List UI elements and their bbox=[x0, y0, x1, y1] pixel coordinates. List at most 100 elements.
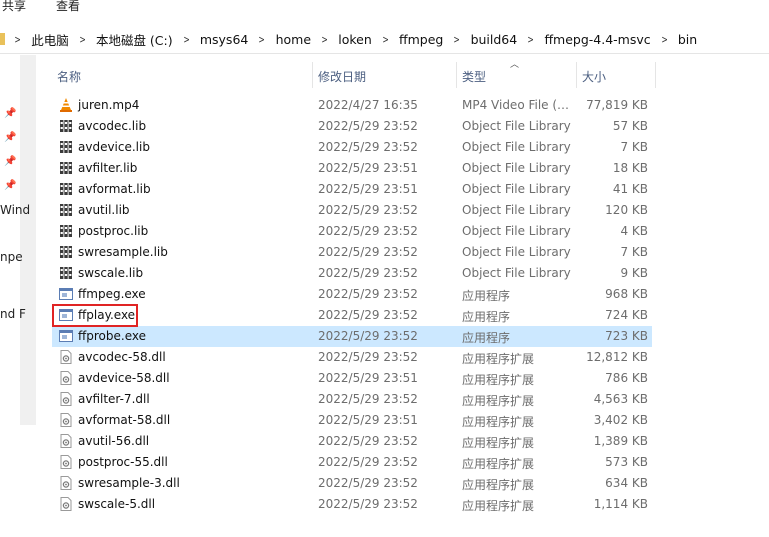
breadcrumb-ffmpeg[interactable]: ffmpeg bbox=[395, 32, 447, 47]
file-size: 9 KB bbox=[620, 266, 648, 280]
file-row[interactable]: ffplay.exe 2022/5/29 23:52 应用程序 724 KB bbox=[52, 305, 652, 326]
navigation-pane-scrollbar[interactable] bbox=[20, 55, 36, 425]
file-row[interactable]: postproc.lib 2022/5/29 23:52 Object File L… bbox=[52, 221, 652, 242]
file-name: avdevice-58.dll bbox=[78, 371, 170, 385]
breadcrumb-loken[interactable]: loken bbox=[334, 32, 376, 47]
file-name: ffmpeg.exe bbox=[78, 287, 146, 301]
breadcrumb-this-pc[interactable]: 此电脑 bbox=[27, 30, 73, 49]
file-date-modified: 2022/5/29 23:51 bbox=[318, 371, 418, 385]
file-type: Object File Library bbox=[462, 245, 571, 259]
dll-gear-icon bbox=[59, 392, 73, 406]
file-size: 3,402 KB bbox=[593, 413, 648, 427]
file-name: juren.mp4 bbox=[78, 98, 140, 112]
file-type: 应用程序扩展 bbox=[462, 478, 535, 492]
nav-item-partial[interactable]: Wind bbox=[0, 203, 30, 217]
file-row[interactable]: avformat-58.dll 2022/5/29 23:51 应用程序扩展 3,40… bbox=[52, 410, 652, 431]
column-header-name[interactable]: 名称 bbox=[57, 68, 81, 85]
file-name: avcodec-58.dll bbox=[78, 350, 166, 364]
file-date-modified: 2022/5/29 23:52 bbox=[318, 266, 418, 280]
chevron-right-icon[interactable]: > bbox=[11, 33, 24, 46]
file-row[interactable]: swscale.lib 2022/5/29 23:52 Object File Li… bbox=[52, 263, 652, 284]
chevron-right-icon[interactable]: > bbox=[450, 33, 463, 46]
file-row[interactable]: avutil.lib 2022/5/29 23:52 Object File Lib… bbox=[52, 200, 652, 221]
chevron-right-icon[interactable]: > bbox=[379, 33, 392, 46]
column-divider[interactable] bbox=[655, 62, 656, 88]
column-divider[interactable] bbox=[456, 62, 457, 88]
file-size: 77,819 KB bbox=[586, 98, 648, 112]
file-row[interactable]: swresample-3.dll 2022/5/29 23:52 应用程序扩展 634… bbox=[52, 473, 652, 494]
library-file-icon bbox=[59, 140, 73, 154]
file-row[interactable]: juren.mp4 2022/4/27 16:35 MP4 Video File (… bbox=[52, 95, 652, 116]
file-row[interactable]: swscale-5.dll 2022/5/29 23:52 应用程序扩展 1,114 … bbox=[52, 494, 652, 515]
file-size: 786 KB bbox=[605, 371, 648, 385]
file-size: 18 KB bbox=[612, 161, 648, 175]
chevron-right-icon[interactable]: > bbox=[255, 33, 268, 46]
file-type: 应用程序 bbox=[462, 331, 511, 345]
column-header-size[interactable]: 大小 bbox=[582, 68, 606, 85]
nav-item-partial[interactable]: nd F bbox=[0, 307, 26, 321]
dll-gear-icon bbox=[59, 476, 73, 490]
file-size: 724 KB bbox=[605, 308, 648, 322]
file-name: swresample.lib bbox=[78, 245, 168, 259]
library-file-icon bbox=[59, 161, 73, 175]
file-row[interactable]: avcodec.lib 2022/5/29 23:52 Object File Li… bbox=[52, 116, 652, 137]
file-row[interactable]: avcodec-58.dll 2022/5/29 23:52 应用程序扩展 12,81… bbox=[52, 347, 652, 368]
file-date-modified: 2022/5/29 23:52 bbox=[318, 350, 418, 364]
breadcrumb-build64[interactable]: build64 bbox=[467, 32, 522, 47]
file-name: avdevice.lib bbox=[78, 140, 150, 154]
tab-view[interactable]: 查看 bbox=[56, 0, 80, 14]
file-date-modified: 2022/5/29 23:52 bbox=[318, 476, 418, 490]
file-date-modified: 2022/5/29 23:52 bbox=[318, 119, 418, 133]
file-size: 41 KB bbox=[612, 182, 648, 196]
dll-gear-icon bbox=[59, 497, 73, 511]
tab-share[interactable]: 共享 bbox=[2, 0, 26, 14]
file-date-modified: 2022/5/29 23:52 bbox=[318, 140, 418, 154]
chevron-right-icon[interactable]: > bbox=[318, 33, 331, 46]
vlc-cone-icon bbox=[59, 98, 73, 112]
pin-icon: 📌 bbox=[4, 132, 17, 143]
breadcrumb-home[interactable]: home bbox=[272, 32, 315, 47]
chevron-right-icon[interactable]: > bbox=[524, 33, 537, 46]
column-divider[interactable] bbox=[312, 62, 313, 88]
file-date-modified: 2022/5/29 23:52 bbox=[318, 287, 418, 301]
library-file-icon bbox=[59, 203, 73, 217]
library-file-icon bbox=[59, 224, 73, 238]
breadcrumb-bin[interactable]: bin bbox=[674, 32, 701, 47]
file-type: 应用程序 bbox=[462, 310, 511, 324]
file-date-modified: 2022/5/29 23:52 bbox=[318, 224, 418, 238]
navigation-pane[interactable] bbox=[0, 55, 21, 537]
file-row[interactable]: avfilter-7.dll 2022/5/29 23:52 应用程序扩展 4,563… bbox=[52, 389, 652, 410]
file-row[interactable]: avformat.lib 2022/5/29 23:51 Object File L… bbox=[52, 179, 652, 200]
file-row[interactable]: ffprobe.exe 2022/5/29 23:52 应用程序 723 KB bbox=[52, 326, 652, 347]
file-row[interactable]: avutil-56.dll 2022/5/29 23:52 应用程序扩展 1,389 … bbox=[52, 431, 652, 452]
file-row[interactable]: avfilter.lib 2022/5/29 23:51 Object File L… bbox=[52, 158, 652, 179]
chevron-right-icon[interactable]: > bbox=[180, 33, 193, 46]
file-name: swresample-3.dll bbox=[78, 476, 180, 490]
file-type: 应用程序扩展 bbox=[462, 415, 535, 429]
breadcrumb-ffmepg-msvc[interactable]: ffmepg-4.4-msvc bbox=[540, 32, 654, 47]
sort-up-icon: ︿ bbox=[510, 60, 520, 70]
column-header-type[interactable]: 类型 bbox=[462, 68, 486, 85]
file-row[interactable]: avdevice-58.dll 2022/5/29 23:51 应用程序扩展 786 … bbox=[52, 368, 652, 389]
file-type: 应用程序扩展 bbox=[462, 373, 535, 387]
chevron-right-icon[interactable]: > bbox=[76, 33, 89, 46]
column-header-date[interactable]: 修改日期 bbox=[318, 68, 366, 85]
chevron-right-icon[interactable]: > bbox=[658, 33, 671, 46]
file-date-modified: 2022/5/29 23:52 bbox=[318, 434, 418, 448]
breadcrumb-msys64[interactable]: msys64 bbox=[196, 32, 253, 47]
file-type: Object File Library bbox=[462, 119, 571, 133]
file-date-modified: 2022/5/29 23:52 bbox=[318, 308, 418, 322]
file-row[interactable]: ffmpeg.exe 2022/5/29 23:52 应用程序 968 KB bbox=[52, 284, 652, 305]
column-divider[interactable] bbox=[576, 62, 577, 88]
library-file-icon bbox=[59, 266, 73, 280]
file-name: postproc-55.dll bbox=[78, 455, 168, 469]
nav-item-partial[interactable]: npe bbox=[0, 250, 23, 264]
file-date-modified: 2022/5/29 23:51 bbox=[318, 182, 418, 196]
file-row[interactable]: postproc-55.dll 2022/5/29 23:52 应用程序扩展 573 … bbox=[52, 452, 652, 473]
file-row[interactable]: swresample.lib 2022/5/29 23:52 Object File… bbox=[52, 242, 652, 263]
breadcrumb-c-drive[interactable]: 本地磁盘 (C:) bbox=[92, 30, 177, 49]
file-row[interactable]: avdevice.lib 2022/5/29 23:52 Object File L… bbox=[52, 137, 652, 158]
file-type: 应用程序扩展 bbox=[462, 436, 535, 450]
file-size: 7 KB bbox=[620, 245, 648, 259]
file-type: Object File Library bbox=[462, 161, 571, 175]
